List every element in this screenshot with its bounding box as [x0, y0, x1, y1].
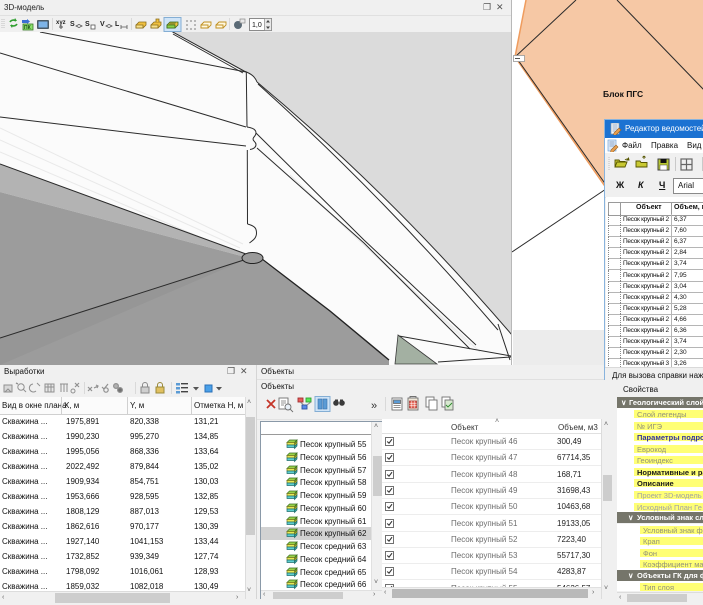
svg-text:1,0: 1,0: [252, 22, 262, 29]
svg-text:V: V: [100, 21, 105, 28]
svg-text:L: L: [115, 21, 120, 28]
svg-text:Блок ПГС: Блок ПГС: [603, 89, 643, 99]
svg-text:S: S: [85, 21, 90, 28]
svg-text:S: S: [70, 21, 75, 28]
svg-text:»: »: [371, 400, 377, 412]
svg-text:ПК: ПК: [24, 25, 32, 31]
